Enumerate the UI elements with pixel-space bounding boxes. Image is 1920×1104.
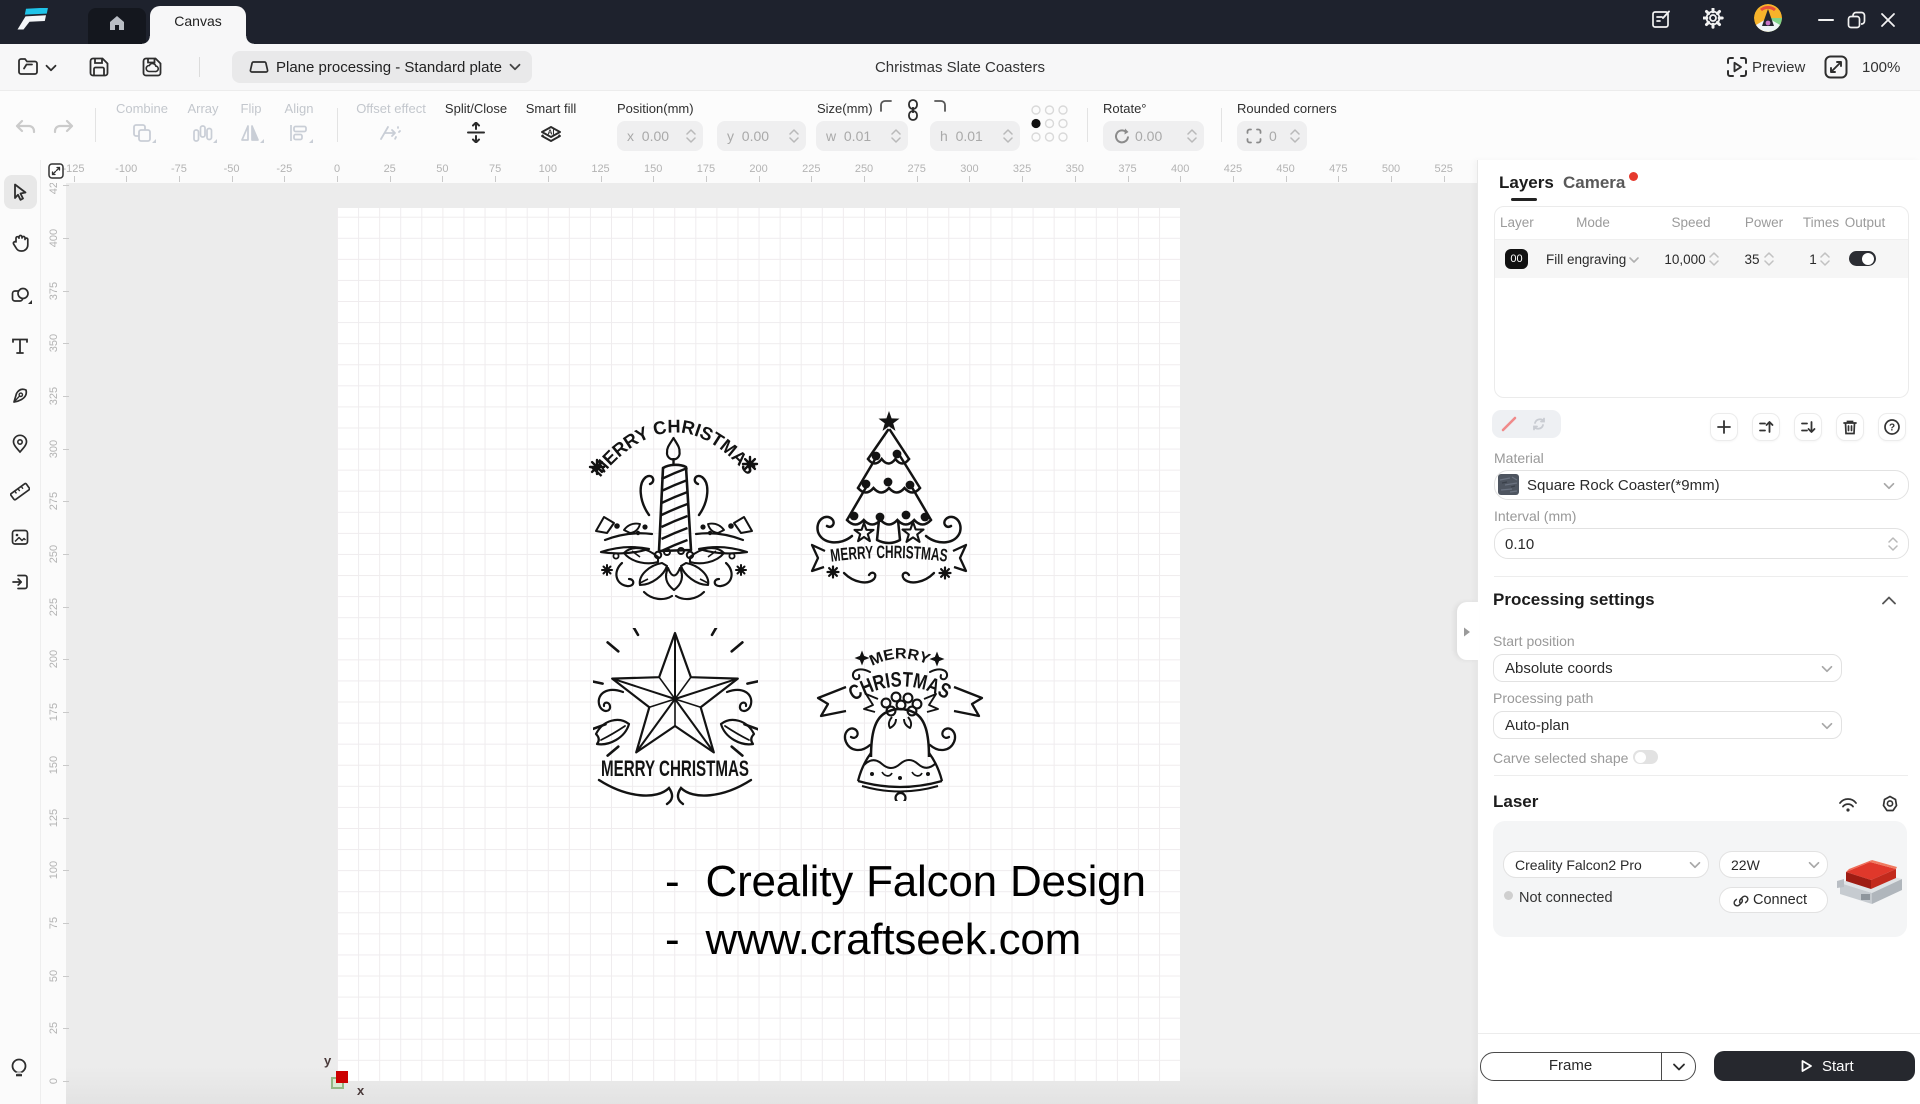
svg-text:?: ? xyxy=(1889,422,1895,433)
svg-text:MERRY CHRISTMAS: MERRY CHRISTMAS xyxy=(588,415,760,480)
svg-text:MERRY CHRISTMAS: MERRY CHRISTMAS xyxy=(829,542,948,566)
svg-text:MERRY CHRISTMAS: MERRY CHRISTMAS xyxy=(601,756,749,781)
svg-text:MERRY: MERRY xyxy=(867,645,932,669)
svg-text:AI: AI xyxy=(548,130,555,137)
